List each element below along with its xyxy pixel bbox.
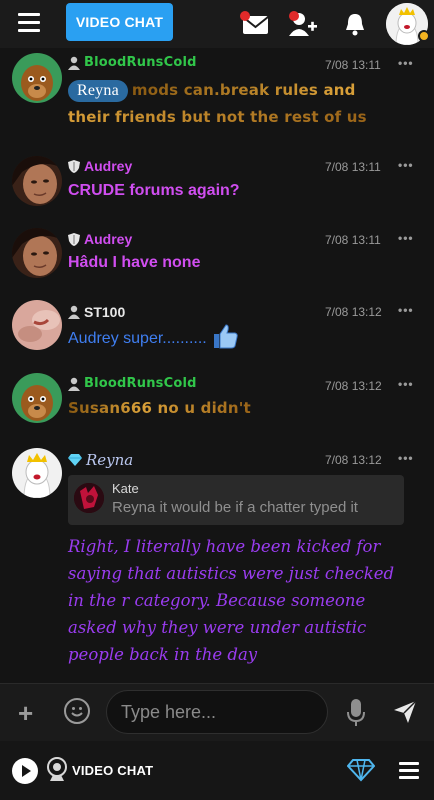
message-text: Right, I literally have been kicked for … <box>68 537 395 664</box>
message-item: Audrey 7/08 13:11 ••• CRUDE forums again… <box>0 156 434 222</box>
user-avatar[interactable] <box>12 228 62 278</box>
timestamp: 7/08 13:12 <box>325 453 382 467</box>
menu-icon[interactable] <box>18 13 40 33</box>
message-text: Susan666 no u didn't <box>68 399 251 417</box>
more-options-icon[interactable]: ••• <box>398 231 414 245</box>
mention-chip[interactable]: Reyna <box>68 80 128 102</box>
top-bar: VIDEO CHAT <box>0 0 434 48</box>
shield-icon <box>68 232 80 246</box>
user-icon <box>68 377 80 391</box>
thumbs-up-icon <box>214 324 238 349</box>
user-avatar[interactable] <box>12 300 62 350</box>
username[interactable]: ST100 <box>84 304 125 320</box>
bottom-bar: VIDEO CHAT <box>0 741 434 800</box>
message-item: Reyna 7/08 13:12 ••• Kate Reyna it would… <box>0 448 434 678</box>
timestamp: 7/08 13:11 <box>325 233 381 247</box>
webcam-icon[interactable] <box>46 757 68 783</box>
video-chat-button[interactable]: VIDEO CHAT <box>66 3 173 41</box>
quote-avatar <box>74 483 104 513</box>
more-options-icon[interactable]: ••• <box>398 303 414 317</box>
timestamp: 7/08 13:12 <box>325 379 382 393</box>
quote-text: Reyna it would be if a chatter typed it <box>112 499 358 516</box>
add-attachment-button[interactable]: + <box>18 700 33 726</box>
username[interactable]: BloodRunsCold <box>84 376 197 391</box>
diamond-icon <box>68 454 82 466</box>
username[interactable]: BloodRunsCold <box>84 55 197 70</box>
user-avatar[interactable] <box>12 448 62 498</box>
timestamp: 7/08 13:11 <box>325 58 381 72</box>
user-icon <box>68 56 80 70</box>
message-input[interactable]: Type here... <box>106 690 328 734</box>
timestamp: 7/08 13:12 <box>325 305 382 319</box>
message-item: ST100 7/08 13:12 ••• Audrey super.......… <box>0 300 434 366</box>
message-text: Reyna mods can.break rules and their frie… <box>68 80 367 126</box>
username[interactable]: Audrey <box>84 231 132 247</box>
add-friend-icon[interactable] <box>288 10 318 38</box>
quote-username: Kate <box>112 481 139 496</box>
username[interactable]: Reyna <box>86 451 133 469</box>
status-indicator <box>418 30 430 42</box>
more-options-icon[interactable]: ••• <box>398 451 414 465</box>
message-item: BloodRunsCold 7/08 13:12 ••• Susan666 no… <box>0 373 434 443</box>
input-placeholder: Type here... <box>121 701 217 722</box>
user-icon <box>68 305 80 319</box>
quoted-message[interactable]: Kate Reyna it would be if a chatter type… <box>68 475 404 525</box>
user-avatar[interactable] <box>12 373 62 423</box>
bell-icon[interactable] <box>340 10 370 38</box>
menu-icon[interactable] <box>399 762 419 780</box>
more-options-icon[interactable]: ••• <box>398 377 414 391</box>
message-item: Audrey 7/08 13:11 ••• Hâdu I have none <box>0 228 434 294</box>
mail-icon[interactable] <box>240 10 270 38</box>
user-avatar[interactable] <box>12 53 62 103</box>
message-item: BloodRunsCold 7/08 13:11 ••• Reyna mods c… <box>0 48 434 148</box>
send-icon[interactable] <box>392 699 418 725</box>
message-text: CRUDE forums again? <box>68 182 240 199</box>
video-chat-link[interactable]: VIDEO CHAT <box>72 763 153 778</box>
microphone-icon[interactable] <box>346 698 366 728</box>
shield-icon <box>68 159 80 173</box>
composer-bar: + Type here... <box>0 683 434 741</box>
username[interactable]: Audrey <box>84 158 132 174</box>
more-options-icon[interactable]: ••• <box>398 158 414 172</box>
timestamp: 7/08 13:11 <box>325 160 381 174</box>
emoji-icon[interactable] <box>64 698 90 724</box>
message-list[interactable]: BloodRunsCold 7/08 13:11 ••• Reyna mods c… <box>0 48 434 682</box>
play-icon[interactable] <box>12 758 38 784</box>
diamond-icon[interactable] <box>347 758 375 782</box>
user-avatar[interactable] <box>12 156 62 206</box>
message-text: Audrey super.......... <box>68 322 398 352</box>
more-options-icon[interactable]: ••• <box>398 56 414 70</box>
message-text: Hâdu I have none <box>68 254 201 271</box>
